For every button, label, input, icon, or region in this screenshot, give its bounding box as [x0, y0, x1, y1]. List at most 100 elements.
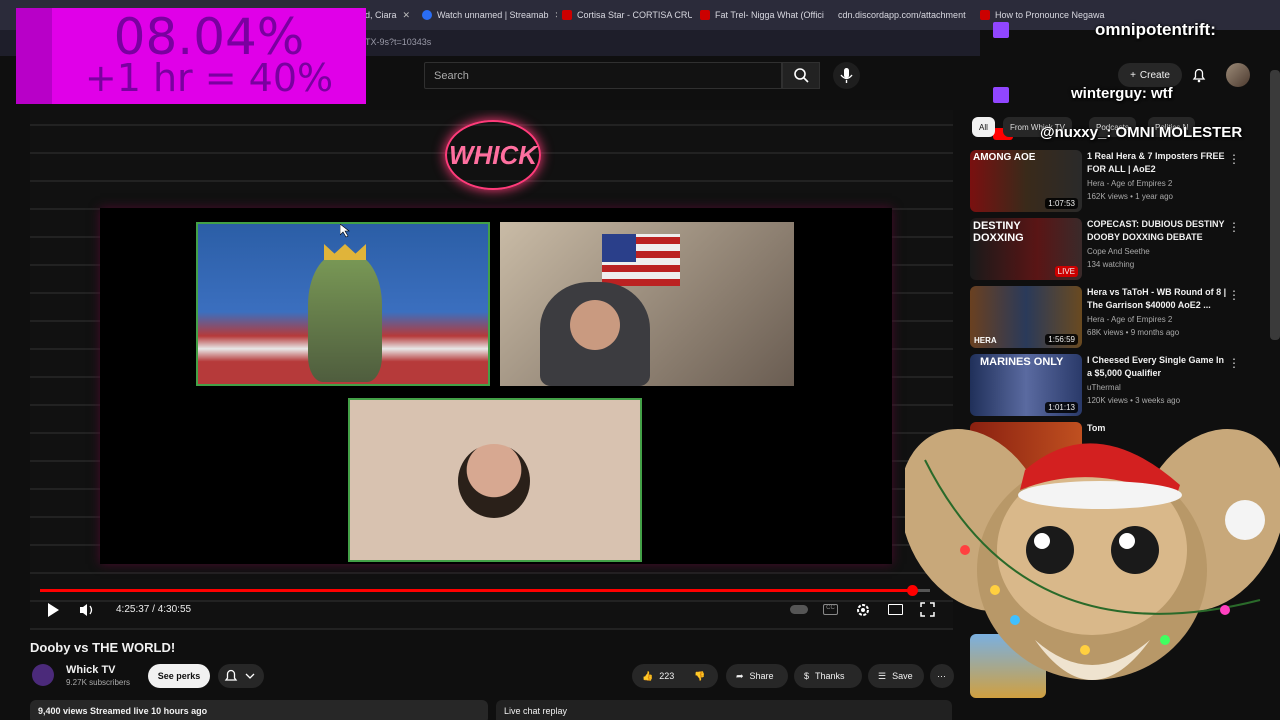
- overlay-percent: 08.04%: [113, 8, 305, 66]
- volume-icon: [80, 604, 93, 616]
- close-icon[interactable]: ✕: [555, 10, 557, 21]
- time-display: 4:25:37 / 4:30:55: [116, 604, 192, 615]
- rec-channel[interactable]: Cope And Seethe: [1087, 247, 1150, 256]
- browser-tab[interactable]: Fat Trel- Nigga What (Offici✕: [700, 5, 830, 25]
- frog-avatar: [308, 254, 382, 382]
- mouse-cursor-icon: [340, 224, 350, 238]
- video-thumbnail[interactable]: DESTINY DOXXING LIVE: [970, 218, 1082, 280]
- like-count[interactable]: 223: [659, 671, 674, 681]
- youtube-favicon-icon: [980, 10, 990, 20]
- see-perks-button[interactable]: See perks: [148, 664, 210, 688]
- video-player[interactable]: WHICK: [30, 110, 953, 630]
- notifications-button[interactable]: [1190, 66, 1208, 84]
- description-box[interactable]: 9,400 views Streamed live 10 hours ago: [30, 700, 488, 720]
- volume-button[interactable]: [79, 602, 95, 621]
- play-icon: [48, 603, 59, 617]
- share-icon: ➦: [736, 670, 744, 681]
- more-vert-icon[interactable]: ⋮: [1228, 220, 1240, 234]
- create-button[interactable]: + Create: [1118, 63, 1182, 87]
- chat-message: omnipotentrift:: [1095, 20, 1216, 39]
- search-icon: [794, 68, 809, 83]
- rec-channel[interactable]: uThermal: [1087, 383, 1121, 392]
- video-title: Dooby vs THE WORLD!: [30, 640, 176, 655]
- voice-search-button[interactable]: [833, 62, 860, 89]
- url-text: TX-9s?t=10343s: [365, 37, 432, 47]
- captions-button[interactable]: CC: [823, 604, 838, 615]
- gear-icon: [857, 604, 869, 616]
- list-item[interactable]: DESTINY DOXXING LIVE COPECAST: DUBIOUS D…: [970, 218, 1270, 280]
- bell-icon: [224, 669, 255, 681]
- thanks-label: Thanks: [815, 671, 845, 681]
- progress-bar[interactable]: [40, 589, 913, 592]
- autoplay-toggle[interactable]: [790, 605, 808, 614]
- list-item[interactable]: AMONG AOE 1:07:53 1 Real Hera & 7 Impost…: [970, 150, 1270, 212]
- theater-mode-button[interactable]: [888, 604, 903, 615]
- twitch-icon: [993, 22, 1009, 38]
- video-thumbnail[interactable]: AMONG AOE 1:07:53: [970, 150, 1082, 212]
- thanks-icon: $: [804, 671, 810, 681]
- search-button[interactable]: [782, 62, 820, 89]
- streamable-favicon-icon: [422, 10, 432, 20]
- channel-name[interactable]: Whick TV: [66, 664, 116, 676]
- thanks-button[interactable]: $ Thanks: [794, 664, 862, 688]
- create-label: Create: [1139, 69, 1170, 81]
- overlay-rate: +1 hr = 40%: [84, 56, 334, 100]
- rec-channel[interactable]: Hera - Age of Empires 2: [1087, 315, 1172, 324]
- channel-avatar[interactable]: [32, 664, 54, 686]
- flag-canton: [602, 234, 636, 262]
- avatar[interactable]: [1226, 63, 1250, 87]
- search-input[interactable]: Search: [424, 62, 782, 89]
- thumbnail-text: AMONG AOE: [973, 152, 1036, 163]
- live-badge: LIVE: [1054, 266, 1078, 277]
- subscriber-count: 9.27K subscribers: [66, 678, 131, 687]
- rec-title[interactable]: Hera vs TaToH - WB Round of 8 | The Garr…: [1087, 286, 1227, 312]
- tab-label: cdn.discordapp.com/attachment: [838, 10, 966, 20]
- tab-label: Watch unnamed | Streamab: [437, 10, 549, 20]
- thumbs-down-icon[interactable]: 👎: [694, 671, 705, 682]
- thumbs-up-icon[interactable]: 👍: [642, 671, 653, 682]
- moth-mascot-overlay: [905, 428, 1280, 680]
- video-thumbnail[interactable]: HERA 1:56:59: [970, 286, 1082, 348]
- more-vert-icon[interactable]: ⋮: [1228, 288, 1240, 302]
- crown-icon: [324, 244, 366, 260]
- captions-icon: CC: [826, 605, 835, 611]
- browser-tab[interactable]: Cortisa Star - CORTISA CRUI✕: [562, 5, 692, 25]
- twitch-icon: [993, 87, 1009, 103]
- rec-stats: 134 watching: [1087, 260, 1135, 269]
- close-icon[interactable]: ✕: [403, 10, 411, 21]
- thumbnail-text: MARINES ONLY: [980, 356, 1064, 368]
- guest-head: [458, 444, 530, 518]
- list-item[interactable]: HERA 1:56:59 Hera vs TaToH - WB Round of…: [970, 286, 1270, 348]
- rec-title[interactable]: COPECAST: DUBIOUS DESTINY DOOBY DOXXING …: [1087, 218, 1227, 244]
- thumbnail-text: HERA: [974, 336, 997, 345]
- duration-badge: 1:56:59: [1045, 334, 1078, 345]
- more-vert-icon[interactable]: ⋮: [1228, 356, 1240, 370]
- camera-feed-host: [500, 222, 794, 386]
- browser-tab[interactable]: Watch unnamed | Streamab ✕: [422, 5, 557, 25]
- rec-title[interactable]: 1 Real Hera & 7 Imposters FREE FOR ALL |…: [1087, 150, 1227, 176]
- chat-message: @nuxxy_: OMNI MOLESTER: [1040, 124, 1243, 141]
- rec-title[interactable]: I Cheesed Every Single Game In a $5,000 …: [1087, 354, 1227, 380]
- rec-stats: 162K views • 1 year ago: [1087, 192, 1173, 201]
- thumbnail-text: DESTINY DOXXING: [973, 220, 1024, 244]
- share-button[interactable]: ➦ Share: [726, 664, 788, 688]
- live-chat-replay[interactable]: Live chat replay: [496, 700, 952, 720]
- duration-badge: 1:07:53: [1045, 198, 1078, 209]
- more-vert-icon[interactable]: ⋮: [1228, 152, 1240, 166]
- microphone-icon: [840, 68, 853, 83]
- rec-stats: 68K views • 9 months ago: [1087, 328, 1180, 337]
- bell-icon: [1192, 68, 1206, 83]
- chip-all[interactable]: All: [972, 117, 995, 137]
- tab-label: Cortisa Star - CORTISA CRUI: [577, 10, 692, 20]
- scrollbar[interactable]: [1270, 70, 1280, 340]
- youtube-favicon-icon: [700, 10, 710, 20]
- save-icon: ☰: [878, 670, 887, 681]
- rec-channel[interactable]: Hera - Age of Empires 2: [1087, 179, 1172, 188]
- settings-button[interactable]: [855, 602, 871, 623]
- notification-bell-button[interactable]: [218, 664, 264, 688]
- camera-feed-frog: [196, 222, 490, 386]
- whick-tv-logo: WHICK: [445, 120, 541, 190]
- tab-label: How to Pronounce Negawa: [995, 10, 1105, 20]
- play-button[interactable]: [46, 602, 60, 621]
- browser-tab[interactable]: cdn.discordapp.com/attachment✕: [838, 5, 968, 25]
